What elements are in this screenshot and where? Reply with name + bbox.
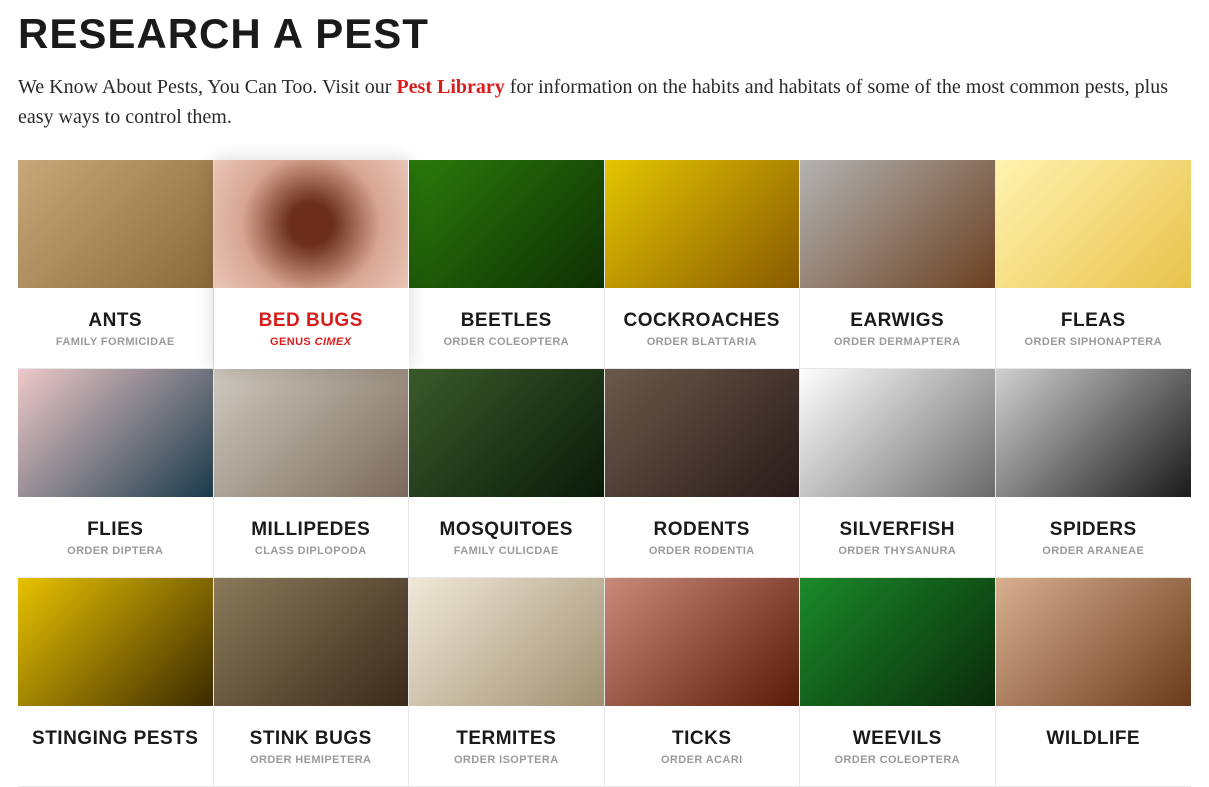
intro-pre: We Know About Pests, You Can Too. Visit …	[18, 76, 396, 98]
pest-card[interactable]: MILLIPEDES CLASS DIPLOPODA	[214, 369, 410, 578]
pest-card[interactable]: COCKROACHES ORDER BLATTARIA	[605, 160, 801, 369]
pest-card[interactable]: SILVERFISH ORDER THYSANURA	[800, 369, 996, 578]
pest-taxonomy: FAMILY CULICDAE	[409, 545, 604, 557]
page-title: RESEARCH A PEST	[18, 10, 1191, 58]
pest-card[interactable]: SPIDERS ORDER ARANEAE	[996, 369, 1192, 578]
pest-name: TICKS	[605, 728, 800, 750]
pest-image	[996, 160, 1192, 288]
pest-card[interactable]: WEEVILS ORDER COLEOPTERA	[800, 578, 996, 787]
pest-name: COCKROACHES	[605, 310, 800, 332]
pest-image	[800, 160, 995, 288]
pest-grid: ANTS FAMILY FORMICIDAEBED BUGS GENUS CIMEX…	[18, 160, 1191, 787]
pest-card[interactable]: FLIES ORDER DIPTERA	[18, 369, 214, 578]
pest-name: TERMITES	[409, 728, 604, 750]
pest-taxonomy: CLASS DIPLOPODA	[214, 545, 409, 557]
pest-name: RODENTS	[605, 519, 800, 541]
pest-image	[18, 578, 213, 706]
pest-taxonomy: ORDER COLEOPTERA	[409, 336, 604, 348]
pest-card[interactable]: TICKS ORDER ACARI	[605, 578, 801, 787]
pest-image	[18, 369, 213, 497]
pest-name: WILDLIFE	[996, 728, 1192, 750]
pest-image	[800, 369, 995, 497]
pest-taxonomy: GENUS CIMEX	[214, 336, 409, 348]
pest-taxonomy: ORDER RODENTIA	[605, 545, 800, 557]
pest-image	[18, 160, 213, 288]
pest-name: MILLIPEDES	[214, 519, 409, 541]
pest-name: BEETLES	[409, 310, 604, 332]
pest-card[interactable]: STINK BUGS ORDER HEMIPETERA	[214, 578, 410, 787]
pest-taxonomy: ORDER ISOPTERA	[409, 754, 604, 766]
pest-card[interactable]: BEETLES ORDER COLEOPTERA	[409, 160, 605, 369]
pest-taxonomy: ORDER DERMAPTERA	[800, 336, 995, 348]
pest-name: MOSQUITOES	[409, 519, 604, 541]
pest-name: EARWIGS	[800, 310, 995, 332]
pest-image	[800, 578, 995, 706]
pest-card[interactable]: EARWIGS ORDER DERMAPTERA	[800, 160, 996, 369]
pest-name: STINGING PESTS	[18, 728, 213, 750]
pest-name: ANTS	[18, 310, 213, 332]
pest-name: SILVERFISH	[800, 519, 995, 541]
pest-card[interactable]: BED BUGS GENUS CIMEX	[214, 160, 410, 369]
pest-name: FLEAS	[996, 310, 1192, 332]
pest-taxonomy: ORDER ARANEAE	[996, 545, 1192, 557]
pest-name: STINK BUGS	[214, 728, 409, 750]
pest-taxonomy: ORDER BLATTARIA	[605, 336, 800, 348]
pest-taxonomy: ORDER SIPHONAPTERA	[996, 336, 1192, 348]
pest-taxonomy: ORDER ACARI	[605, 754, 800, 766]
pest-name: SPIDERS	[996, 519, 1192, 541]
pest-image	[409, 578, 604, 706]
pest-image	[996, 369, 1192, 497]
pest-name: BED BUGS	[214, 310, 409, 332]
pest-card[interactable]: MOSQUITOES FAMILY CULICDAE	[409, 369, 605, 578]
pest-card[interactable]: TERMITES ORDER ISOPTERA	[409, 578, 605, 787]
pest-image	[605, 160, 800, 288]
pest-name: FLIES	[18, 519, 213, 541]
pest-image	[409, 160, 604, 288]
pest-image	[214, 160, 409, 288]
pest-taxonomy: ORDER COLEOPTERA	[800, 754, 995, 766]
pest-library-link[interactable]: Pest Library	[396, 76, 504, 98]
pest-taxonomy: FAMILY FORMICIDAE	[18, 336, 213, 348]
pest-taxonomy: ORDER THYSANURA	[800, 545, 995, 557]
pest-name: WEEVILS	[800, 728, 995, 750]
pest-card[interactable]: FLEAS ORDER SIPHONAPTERA	[996, 160, 1192, 369]
pest-image	[605, 369, 800, 497]
pest-image	[996, 578, 1192, 706]
pest-card[interactable]: WILDLIFE	[996, 578, 1192, 787]
pest-card[interactable]: RODENTS ORDER RODENTIA	[605, 369, 801, 578]
pest-card[interactable]: ANTS FAMILY FORMICIDAE	[18, 160, 214, 369]
pest-taxonomy: ORDER HEMIPETERA	[214, 754, 409, 766]
intro-text: We Know About Pests, You Can Too. Visit …	[18, 72, 1188, 132]
pest-card[interactable]: STINGING PESTS	[18, 578, 214, 787]
pest-image	[214, 369, 409, 497]
pest-image	[409, 369, 604, 497]
pest-taxonomy: ORDER DIPTERA	[18, 545, 213, 557]
pest-image	[605, 578, 800, 706]
pest-image	[214, 578, 409, 706]
